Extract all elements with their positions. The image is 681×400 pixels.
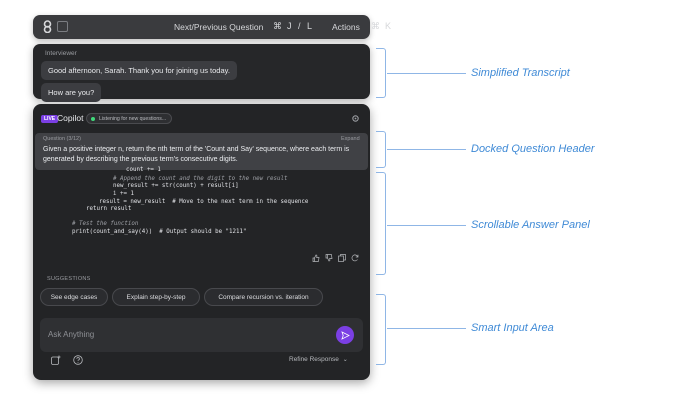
gear-icon[interactable]: [351, 114, 360, 123]
annotation-label: Docked Question Header: [471, 143, 595, 155]
annotation-connector: [387, 328, 466, 329]
actions-button[interactable]: Actions: [332, 22, 360, 32]
question-counter: Question (3/12): [43, 136, 81, 142]
copilot-title: Copilot: [57, 113, 84, 123]
regenerate-icon[interactable]: [351, 254, 359, 262]
annotation-connector: [387, 225, 466, 226]
live-badge: LIVE: [41, 115, 59, 123]
app-logo-icon: [43, 20, 52, 33]
refine-response-dropdown[interactable]: Refine Response ⌄: [289, 356, 348, 363]
suggestions-label: SUGGESTIONS: [47, 276, 91, 282]
annotation-connector: [387, 149, 466, 150]
annotation-bracket: [376, 172, 386, 275]
question-text: Given a positive integer n, return the n…: [43, 146, 350, 163]
annotation-label: Simplified Transcript: [471, 67, 570, 79]
suggestion-chip[interactable]: See edge cases: [40, 288, 108, 306]
code-line: return result: [86, 206, 132, 212]
listening-status: Listening for new questions...: [86, 113, 173, 124]
top-bar: Next/Previous Question ⌘ J / L Actions ⌘…: [33, 15, 391, 39]
code-line: result = new_result # Move to the next t…: [99, 199, 309, 205]
transcript-message: Good afternoon, Sarah. Thank you for joi…: [41, 61, 237, 80]
annotation-label: Smart Input Area: [471, 322, 554, 334]
annotation-bracket: [376, 48, 386, 98]
transcript-message: How are you?: [41, 83, 102, 102]
window-icon[interactable]: [57, 21, 68, 32]
code-comment: # Append the count and the digit to the …: [113, 176, 288, 182]
help-icon[interactable]: [73, 355, 83, 365]
code-line: new_result += str(count) + result[i]: [113, 183, 239, 189]
actions-shortcut-key: K: [385, 21, 392, 31]
annotation-connector: [387, 73, 466, 74]
suggestion-chip[interactable]: Compare recursion vs. iteration: [204, 288, 323, 306]
code-line: count += 1: [126, 167, 161, 173]
next-previous-question-label[interactable]: Next/Previous Question: [174, 22, 263, 32]
refine-response-label: Refine Response: [289, 356, 339, 363]
expand-button[interactable]: Expand: [341, 136, 360, 142]
add-context-icon[interactable]: [51, 355, 61, 365]
speaker-role: Interviewer: [45, 50, 77, 57]
ask-anything-input[interactable]: [48, 327, 318, 341]
code-comment: # Test the function: [72, 221, 139, 227]
command-key-icon: ⌘: [371, 21, 380, 31]
screenshot-stage: Next/Previous Question ⌘ J / L Actions ⌘…: [0, 0, 681, 400]
send-button[interactable]: [336, 326, 354, 344]
code-line: i += 1: [113, 191, 134, 197]
listening-dot-icon: [91, 117, 95, 121]
chevron-down-icon: ⌄: [342, 357, 348, 363]
nav-shortcut-keys: J / L: [287, 21, 315, 31]
command-key-icon: ⌘: [273, 21, 282, 31]
suggestion-chip[interactable]: Explain step-by-step: [112, 288, 200, 306]
listening-status-text: Listening for new questions...: [99, 115, 167, 122]
thumbs-down-icon[interactable]: [325, 254, 333, 262]
send-icon: [340, 330, 350, 340]
copy-icon[interactable]: [338, 254, 346, 262]
thumbs-up-icon[interactable]: [312, 254, 320, 262]
annotation-bracket: [376, 294, 386, 365]
annotation-label: Scrollable Answer Panel: [471, 219, 590, 231]
annotation-bracket: [376, 131, 386, 168]
code-line: print(count_and_say(4)) # Output should …: [72, 229, 247, 235]
chat-input-box: [40, 318, 363, 352]
